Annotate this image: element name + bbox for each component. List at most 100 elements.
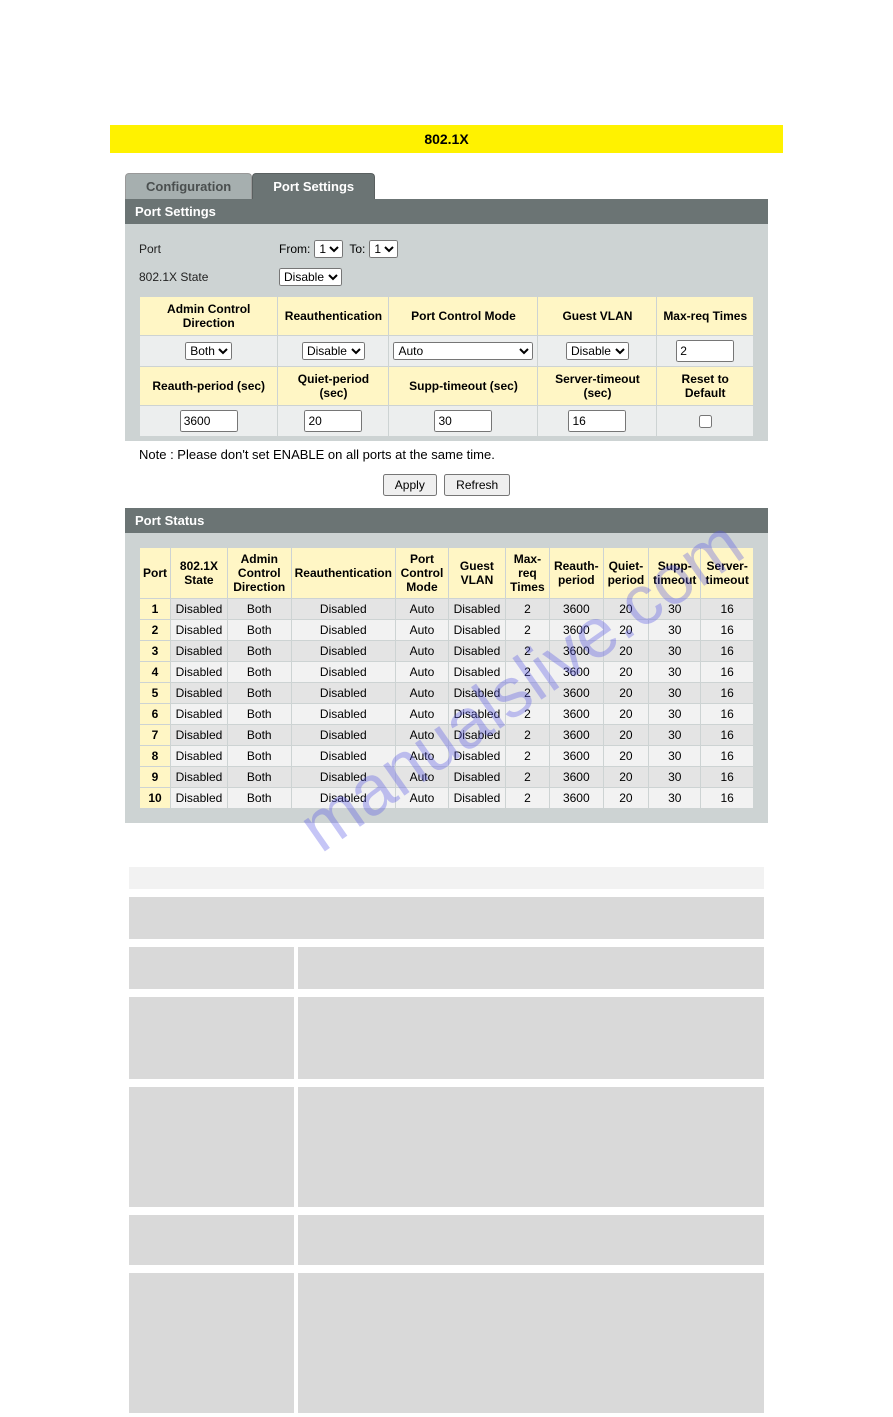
table-row: 9DisabledBothDisabledAutoDisabled2360020…	[140, 767, 753, 787]
port-cell: 5	[140, 683, 170, 703]
to-select[interactable]: 1	[369, 240, 398, 258]
status-cell: 20	[604, 788, 649, 808]
status-cell: Auto	[396, 767, 448, 787]
port-status-body: Port 802.1X State Admin Control Directio…	[125, 533, 768, 823]
sth-reauth-p: Reauth-period	[550, 548, 603, 598]
status-cell: Auto	[396, 620, 448, 640]
status-cell: 30	[649, 620, 700, 640]
th-server-timeout: Server-timeout (sec)	[538, 367, 656, 405]
status-cell: 3600	[550, 746, 603, 766]
status-cell: 30	[649, 746, 700, 766]
quiet-period-input[interactable]	[304, 410, 362, 432]
status-cell: 3600	[550, 788, 603, 808]
status-cell: 20	[604, 683, 649, 703]
status-cell: Disabled	[449, 725, 505, 745]
status-cell: Disabled	[171, 662, 227, 682]
status-cell: Disabled	[171, 683, 227, 703]
status-cell: Disabled	[292, 788, 395, 808]
status-cell: Disabled	[292, 725, 395, 745]
port-cell: 9	[140, 767, 170, 787]
from-select[interactable]: 1	[314, 240, 343, 258]
sth-mode: Port Control Mode	[396, 548, 448, 598]
status-cell: Disabled	[292, 746, 395, 766]
status-cell: 3600	[550, 704, 603, 724]
status-cell: Auto	[396, 641, 448, 661]
supp-timeout-input[interactable]	[434, 410, 492, 432]
state-select[interactable]: Disable	[279, 268, 342, 286]
status-cell: 2	[506, 683, 549, 703]
status-cell: 3600	[550, 620, 603, 640]
status-cell: Disabled	[449, 683, 505, 703]
guest-vlan-select[interactable]: Disable	[566, 342, 629, 360]
status-cell: Both	[228, 641, 291, 661]
port-cell: 3	[140, 641, 170, 661]
th-quiet-period: Quiet-period (sec)	[278, 367, 388, 405]
port-label: Port	[139, 242, 279, 256]
status-cell: 3600	[550, 683, 603, 703]
status-cell: 20	[604, 599, 649, 619]
status-cell: 16	[701, 620, 753, 640]
status-cell: 20	[604, 704, 649, 724]
admin-control-select[interactable]: Both	[185, 342, 232, 360]
status-cell: Disabled	[292, 599, 395, 619]
status-cell: Both	[228, 725, 291, 745]
status-cell: 30	[649, 767, 700, 787]
status-cell: 30	[649, 599, 700, 619]
status-cell: Both	[228, 788, 291, 808]
status-cell: 3600	[550, 662, 603, 682]
th-guest-vlan: Guest VLAN	[538, 297, 656, 335]
status-cell: 20	[604, 620, 649, 640]
status-cell: Disabled	[292, 767, 395, 787]
section-port-status-header: Port Status	[125, 508, 768, 533]
page-title: 802.1X	[110, 125, 783, 153]
table-row: 10DisabledBothDisabledAutoDisabled236002…	[140, 788, 753, 808]
state-label: 802.1X State	[139, 270, 279, 284]
status-cell: Disabled	[171, 746, 227, 766]
status-cell: Disabled	[292, 641, 395, 661]
status-cell: Both	[228, 683, 291, 703]
status-cell: Both	[228, 704, 291, 724]
reset-checkbox[interactable]	[699, 415, 712, 428]
table-row: 1DisabledBothDisabledAutoDisabled2360020…	[140, 599, 753, 619]
port-control-select[interactable]: Auto	[393, 342, 533, 360]
status-cell: 20	[604, 641, 649, 661]
status-cell: Auto	[396, 746, 448, 766]
port-cell: 4	[140, 662, 170, 682]
status-cell: Disabled	[171, 641, 227, 661]
status-cell: Disabled	[449, 704, 505, 724]
sth-guest: Guest VLAN	[449, 548, 505, 598]
tab-configuration[interactable]: Configuration	[125, 173, 252, 199]
reauth-period-input[interactable]	[180, 410, 238, 432]
status-cell: Disabled	[292, 683, 395, 703]
status-cell: Both	[228, 620, 291, 640]
status-cell: 30	[649, 641, 700, 661]
status-cell: Disabled	[292, 704, 395, 724]
th-port-control: Port Control Mode	[389, 297, 537, 335]
status-cell: Disabled	[449, 620, 505, 640]
button-row: Apply Refresh	[125, 468, 768, 508]
port-settings-body: Port From: 1 To: 1 802.1X State Disable …	[125, 224, 768, 441]
table-row: 3DisabledBothDisabledAutoDisabled2360020…	[140, 641, 753, 661]
server-timeout-input[interactable]	[568, 410, 626, 432]
refresh-button[interactable]: Refresh	[444, 474, 510, 496]
reauth-select[interactable]: Disable	[302, 342, 365, 360]
status-cell: 16	[701, 662, 753, 682]
port-row: Port From: 1 To: 1	[139, 240, 754, 258]
apply-button[interactable]: Apply	[383, 474, 437, 496]
status-cell: Disabled	[171, 620, 227, 640]
th-reset: Reset to Default	[657, 367, 753, 405]
max-req-input[interactable]	[676, 340, 734, 362]
th-reauth-period: Reauth-period (sec)	[140, 367, 277, 405]
from-label: From:	[279, 242, 310, 256]
status-cell: 2	[506, 704, 549, 724]
sth-quiet-p: Quiet-period	[604, 548, 649, 598]
port-cell: 2	[140, 620, 170, 640]
status-cell: Auto	[396, 704, 448, 724]
status-cell: Auto	[396, 599, 448, 619]
status-cell: 16	[701, 767, 753, 787]
status-cell: 3600	[550, 641, 603, 661]
status-cell: Disabled	[449, 767, 505, 787]
status-cell: Disabled	[449, 746, 505, 766]
tab-port-settings[interactable]: Port Settings	[252, 173, 375, 199]
status-cell: 16	[701, 788, 753, 808]
